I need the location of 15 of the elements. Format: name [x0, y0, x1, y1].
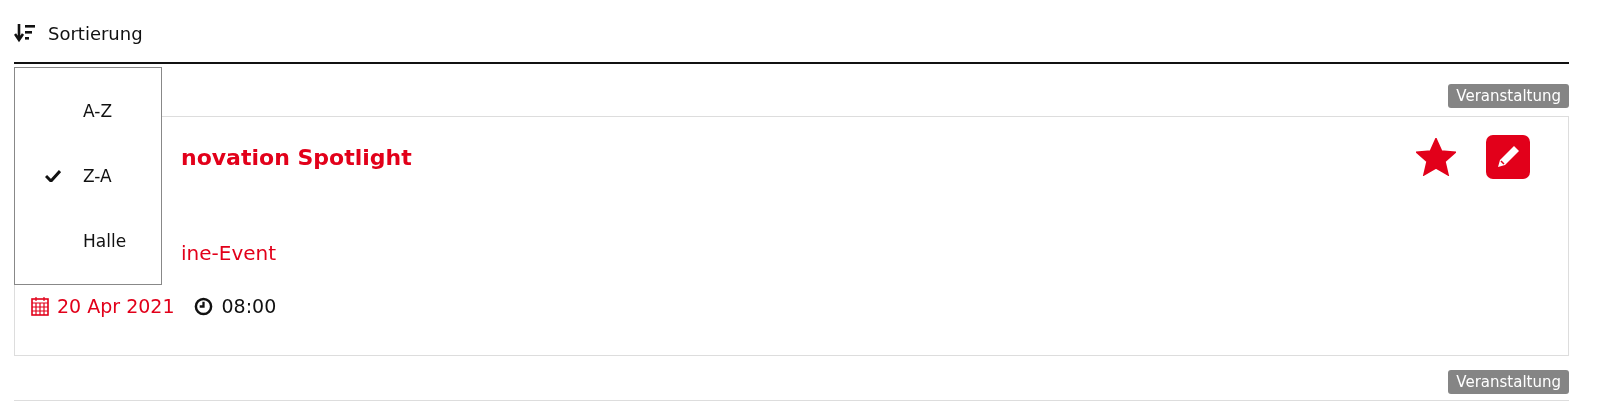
type-badge: Veranstaltung	[1448, 370, 1569, 394]
star-icon[interactable]	[1416, 138, 1456, 176]
event-title[interactable]: novation Spotlight	[181, 145, 412, 170]
sort-option[interactable]: Halle	[15, 224, 161, 259]
event-location: ine-Event	[181, 241, 278, 265]
clock-icon	[194, 296, 214, 316]
calendar-icon	[31, 296, 49, 316]
type-badge: Veranstaltung	[1448, 84, 1569, 108]
sort-option[interactable]: Z-A	[15, 159, 161, 193]
edit-button[interactable]	[1486, 135, 1530, 179]
sort-label[interactable]: Sortierung	[48, 22, 143, 44]
sort-option[interactable]: A-Z	[15, 93, 161, 128]
event-date: 20 Apr 2021	[57, 295, 175, 317]
sort-icon[interactable]	[14, 22, 36, 44]
event-time: 08:00	[221, 295, 277, 317]
